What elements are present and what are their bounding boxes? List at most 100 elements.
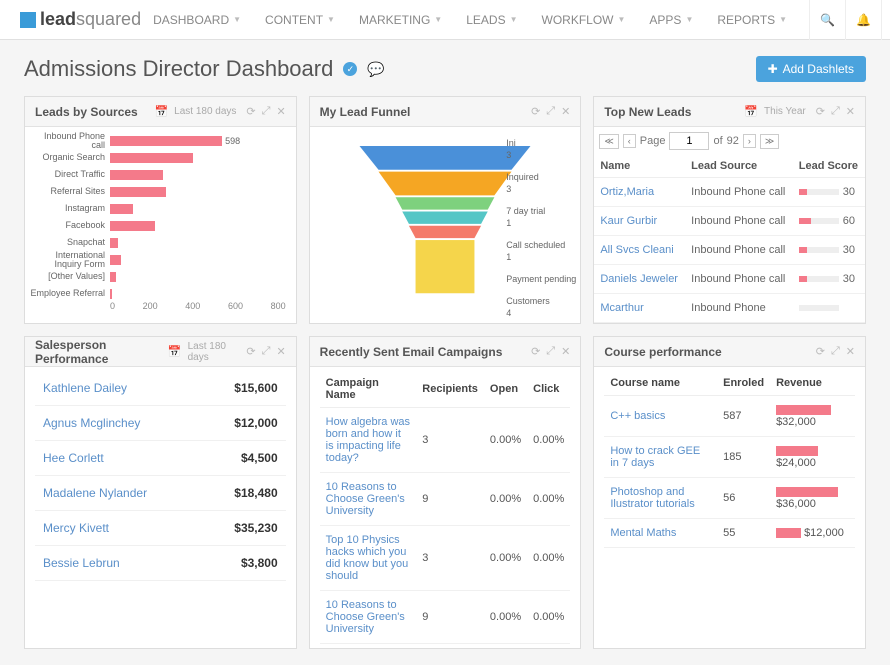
- card-lead-funnel: My Lead Funnel ⟳⤢✕ Ini3Inquired37 day tr…: [309, 96, 582, 324]
- refresh-icon[interactable]: ⟳: [816, 345, 825, 358]
- card-email-campaigns: Recently Sent Email Campaigns ⟳⤢✕ Campai…: [309, 336, 582, 649]
- nav-item[interactable]: WORKFLOW ▼: [530, 0, 638, 40]
- close-icon[interactable]: ✕: [561, 345, 570, 358]
- funnel-stage-label: Customers4: [506, 295, 576, 319]
- card-title: Salesperson Performance: [35, 338, 168, 366]
- column-header[interactable]: Campaign Name: [320, 371, 417, 408]
- salesperson-link[interactable]: Hee Corlett: [43, 451, 104, 465]
- salesperson-link[interactable]: Kathlene Dailey: [43, 381, 127, 395]
- course-link[interactable]: C++ basics: [610, 410, 665, 422]
- bell-icon[interactable]: 🔔: [845, 0, 881, 40]
- campaign-link[interactable]: Top 10 Physics hacks which you did know …: [326, 534, 409, 582]
- calendar-icon[interactable]: 📅: [154, 105, 168, 118]
- table-row: Ortiz,MariaInbound Phone call30: [594, 178, 865, 207]
- close-icon[interactable]: ✕: [561, 105, 570, 118]
- close-icon[interactable]: ✕: [846, 105, 855, 118]
- bar-row: Instagram: [30, 200, 286, 217]
- calendar-icon[interactable]: 📅: [744, 105, 758, 118]
- top-navbar: leadsquared DASHBOARD ▼CONTENT ▼MARKETIN…: [0, 0, 890, 40]
- bar-row: Facebook: [30, 217, 286, 234]
- salesperson-link[interactable]: Mercy Kivett: [43, 521, 109, 535]
- search-icon[interactable]: 🔍: [809, 0, 845, 40]
- lead-link[interactable]: All Svcs Cleani: [600, 244, 673, 256]
- table-row: 10 Reasons to Choose Green's University9…: [320, 473, 571, 526]
- expand-icon[interactable]: ⤢: [546, 345, 555, 358]
- add-dashlets-button[interactable]: ✚Add Dashlets: [756, 56, 866, 82]
- close-icon[interactable]: ✕: [846, 345, 855, 358]
- pager-input[interactable]: [669, 132, 709, 150]
- close-icon[interactable]: ✕: [276, 345, 285, 358]
- course-link[interactable]: Photoshop and Ilustrator tutorials: [610, 486, 694, 510]
- table-row: Hee Corlett$4,500: [35, 441, 286, 476]
- calendar-icon[interactable]: 📅: [168, 345, 182, 358]
- help-icon[interactable]: ?: [881, 0, 890, 40]
- column-header[interactable]: Revenue: [770, 371, 855, 396]
- pager-next[interactable]: ›: [743, 134, 756, 148]
- campaign-link[interactable]: 10 Reasons to Choose Green's University: [326, 481, 405, 517]
- chevron-down-icon: ▼: [685, 15, 693, 24]
- table-row: Madalene Nylander$18,480: [35, 476, 286, 511]
- card-title: My Lead Funnel: [320, 105, 411, 119]
- salesperson-link[interactable]: Agnus Mcglinchey: [43, 416, 140, 430]
- course-link[interactable]: How to crack GEE in 7 days: [610, 445, 700, 469]
- refresh-icon[interactable]: ⟳: [246, 345, 255, 358]
- column-header[interactable]: Course name: [604, 371, 717, 396]
- email-table: Campaign NameRecipientsOpenClick How alge…: [320, 371, 571, 644]
- salesperson-link[interactable]: Madalene Nylander: [43, 486, 147, 500]
- expand-icon[interactable]: ⤢: [831, 345, 840, 358]
- pager-first[interactable]: ≪: [599, 134, 618, 149]
- column-header[interactable]: Open: [484, 371, 527, 408]
- bar-row: Employee Referral: [30, 285, 286, 302]
- lead-link[interactable]: Mcarthur: [600, 302, 643, 314]
- nav-utility-icons: 🔍 🔔 ? 👤: [809, 0, 890, 40]
- pager-prev[interactable]: ‹: [623, 134, 636, 148]
- nav-item[interactable]: DASHBOARD ▼: [141, 0, 253, 40]
- refresh-icon[interactable]: ⟳: [246, 105, 255, 118]
- lead-link[interactable]: Ortiz,Maria: [600, 186, 654, 198]
- expand-icon[interactable]: ⤢: [546, 105, 555, 118]
- nav-item[interactable]: MARKETING ▼: [347, 0, 454, 40]
- logo[interactable]: leadsquared: [20, 9, 141, 30]
- lead-link[interactable]: Kaur Gurbir: [600, 215, 657, 227]
- table-row: How algebra was born and how it is impac…: [320, 408, 571, 473]
- lead-link[interactable]: Daniels Jeweler: [600, 273, 678, 285]
- table-row: All Svcs CleaniInbound Phone call30: [594, 236, 865, 265]
- campaign-link[interactable]: How algebra was born and how it is impac…: [326, 416, 410, 464]
- course-link[interactable]: Mental Maths: [610, 527, 676, 539]
- close-icon[interactable]: ✕: [276, 105, 285, 118]
- column-header[interactable]: Name: [594, 155, 685, 178]
- pager-last[interactable]: ≫: [760, 134, 779, 149]
- comment-icon[interactable]: 💬: [367, 61, 384, 78]
- page-title: Admissions Director Dashboard: [24, 56, 333, 82]
- bar-row: Organic Search: [30, 149, 286, 166]
- chevron-down-icon: ▼: [779, 15, 787, 24]
- column-header[interactable]: Lead Source: [685, 155, 793, 178]
- expand-icon[interactable]: ⤢: [831, 105, 840, 118]
- campaign-link[interactable]: 10 Reasons to Choose Green's University: [326, 599, 405, 635]
- column-header[interactable]: Recipients: [416, 371, 484, 408]
- refresh-icon[interactable]: ⟳: [531, 105, 540, 118]
- column-header[interactable]: Click: [527, 371, 570, 408]
- funnel-chart: Ini3Inquired37 day trial1Call scheduled1…: [310, 127, 581, 317]
- expand-icon[interactable]: ⤢: [262, 345, 271, 358]
- bar-row: International Inquiry Form: [30, 251, 286, 268]
- plus-icon: ✚: [768, 62, 778, 76]
- nav-item[interactable]: CONTENT ▼: [253, 0, 347, 40]
- table-row: McarthurInbound Phone: [594, 294, 865, 323]
- card-top-new-leads: Top New Leads 📅This Year⟳⤢✕ ≪ ‹ Page of …: [593, 96, 866, 324]
- chevron-down-icon: ▼: [434, 15, 442, 24]
- refresh-icon[interactable]: ⟳: [531, 345, 540, 358]
- column-header[interactable]: Enroled: [717, 371, 770, 396]
- nav-item[interactable]: APPS ▼: [637, 0, 705, 40]
- logo-text-bold: lead: [40, 9, 76, 29]
- nav-item[interactable]: REPORTS ▼: [705, 0, 799, 40]
- expand-icon[interactable]: ⤢: [262, 105, 271, 118]
- funnel-stage-label: Inquired3: [506, 171, 576, 195]
- nav-item[interactable]: LEADS ▼: [454, 0, 529, 40]
- card-course-performance: Course performance ⟳⤢✕ Course nameEnrole…: [593, 336, 866, 649]
- salesperson-link[interactable]: Bessie Lebrun: [43, 556, 120, 570]
- funnel-stage-label: Ini3: [506, 137, 576, 161]
- table-row: C++ basics587$32,000: [604, 396, 855, 437]
- column-header[interactable]: Lead Score: [793, 155, 865, 178]
- refresh-icon[interactable]: ⟳: [816, 105, 825, 118]
